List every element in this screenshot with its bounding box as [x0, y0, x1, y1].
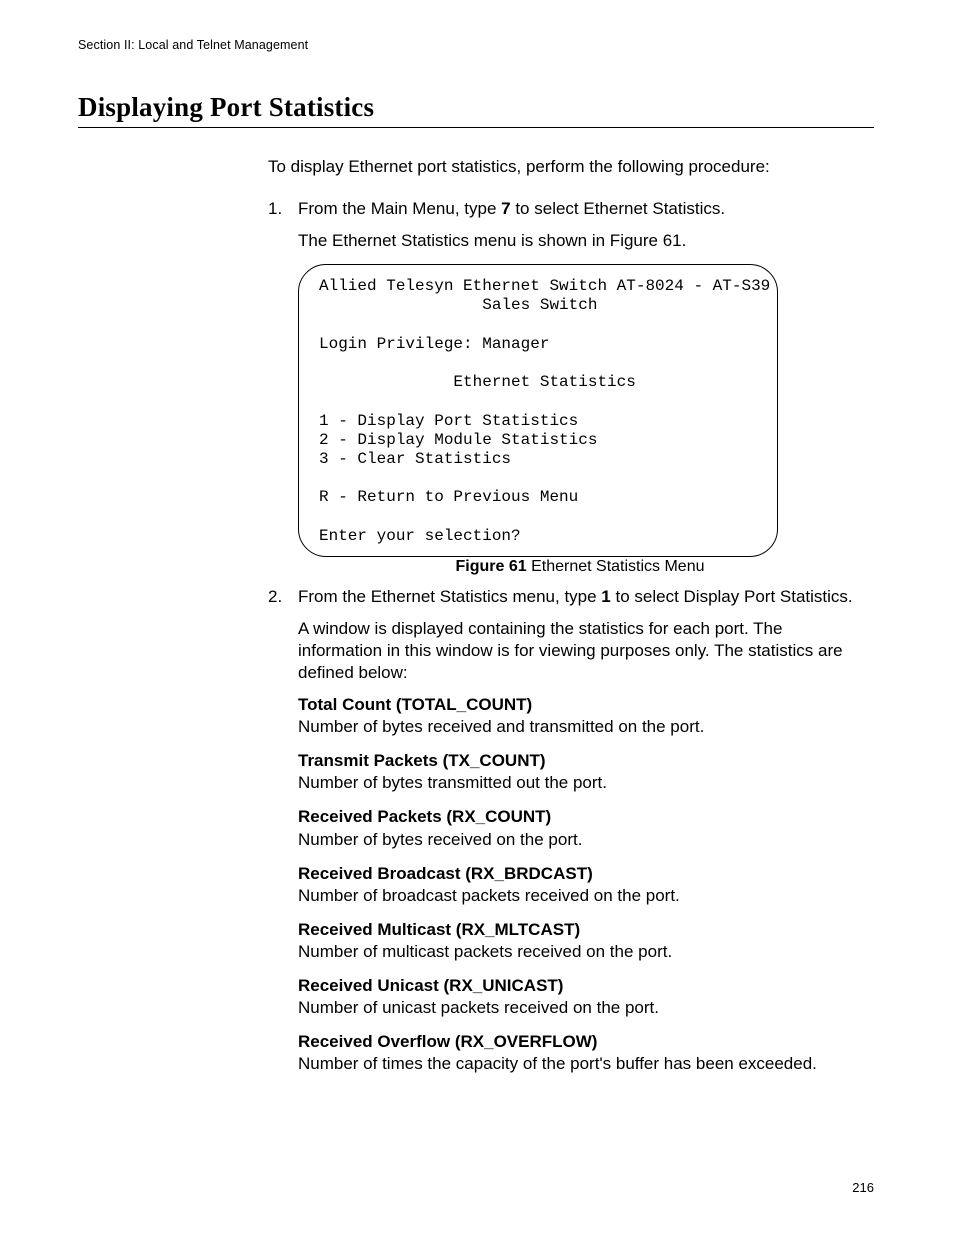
step-2: 2. From the Ethernet Statistics menu, ty…	[268, 586, 862, 1076]
def-term: Transmit Packets (TX_COUNT)	[298, 750, 862, 772]
def-total-count: Total Count (TOTAL_COUNT) Number of byte…	[298, 694, 862, 738]
def-body: Number of bytes received and transmitted…	[298, 717, 704, 736]
step-number: 1.	[268, 198, 282, 220]
text: From the Main Menu, type	[298, 199, 501, 218]
text: to select Ethernet Statistics.	[511, 199, 725, 218]
figure-label: Figure 61	[456, 558, 527, 575]
page-title: Displaying Port Statistics	[78, 92, 874, 123]
step-2-line-2: A window is displayed containing the sta…	[298, 618, 862, 684]
step-number: 2.	[268, 586, 282, 608]
menu-option-2: 2 - Display Module Statistics	[319, 431, 597, 449]
page: Section II: Local and Telnet Management …	[0, 0, 954, 1235]
menu-prompt: Enter your selection?	[319, 527, 521, 545]
ethernet-statistics-menu: Allied Telesyn Ethernet Switch AT-8024 -…	[298, 264, 778, 557]
def-body: Number of multicast packets received on …	[298, 942, 672, 961]
menu-heading: Ethernet Statistics	[453, 373, 635, 391]
def-rx-count: Received Packets (RX_COUNT) Number of by…	[298, 806, 862, 850]
def-rx-mltcast: Received Multicast (RX_MLTCAST) Number o…	[298, 919, 862, 963]
menu-option-3: 3 - Clear Statistics	[319, 450, 511, 468]
def-rx-brdcast: Received Broadcast (RX_BRDCAST) Number o…	[298, 863, 862, 907]
def-term: Received Packets (RX_COUNT)	[298, 806, 862, 828]
def-term: Received Multicast (RX_MLTCAST)	[298, 919, 862, 941]
step-1-line-1: From the Main Menu, type 7 to select Eth…	[298, 198, 862, 220]
menu-title-1: Allied Telesyn Ethernet Switch AT-8024 -…	[319, 277, 770, 295]
def-term: Received Overflow (RX_OVERFLOW)	[298, 1031, 862, 1053]
definitions: Total Count (TOTAL_COUNT) Number of byte…	[298, 694, 862, 1075]
menu-option-1: 1 - Display Port Statistics	[319, 412, 578, 430]
menu-option-r: R - Return to Previous Menu	[319, 488, 578, 506]
def-tx-count: Transmit Packets (TX_COUNT) Number of by…	[298, 750, 862, 794]
text: to select Display Port Statistics.	[611, 587, 853, 606]
title-rule	[78, 127, 874, 128]
menu-title-2: Sales Switch	[482, 296, 597, 314]
figure-title: Ethernet Statistics Menu	[527, 558, 705, 575]
def-body: Number of unicast packets received on th…	[298, 998, 659, 1017]
body-column: To display Ethernet port statistics, per…	[268, 156, 862, 1075]
page-number: 216	[852, 1180, 874, 1195]
menu-login-line: Login Privilege: Manager	[319, 335, 549, 353]
running-head: Section II: Local and Telnet Management	[78, 38, 874, 52]
def-body: Number of bytes received on the port.	[298, 830, 582, 849]
keycap-1: 1	[601, 587, 610, 606]
text: From the Ethernet Statistics menu, type	[298, 587, 601, 606]
step-1: 1. From the Main Menu, type 7 to select …	[268, 198, 862, 578]
step-2-line-1: From the Ethernet Statistics menu, type …	[298, 586, 862, 608]
keycap-7: 7	[501, 199, 510, 218]
def-term: Received Unicast (RX_UNICAST)	[298, 975, 862, 997]
def-body: Number of broadcast packets received on …	[298, 886, 680, 905]
intro-paragraph: To display Ethernet port statistics, per…	[268, 156, 862, 178]
figure-caption: Figure 61 Ethernet Statistics Menu	[298, 557, 862, 578]
def-rx-unicast: Received Unicast (RX_UNICAST) Number of …	[298, 975, 862, 1019]
def-body: Number of times the capacity of the port…	[298, 1054, 817, 1073]
def-term: Received Broadcast (RX_BRDCAST)	[298, 863, 862, 885]
def-rx-overflow: Received Overflow (RX_OVERFLOW) Number o…	[298, 1031, 862, 1075]
step-1-line-2: The Ethernet Statistics menu is shown in…	[298, 230, 862, 252]
def-body: Number of bytes transmitted out the port…	[298, 773, 607, 792]
def-term: Total Count (TOTAL_COUNT)	[298, 694, 862, 716]
procedure-list: 1. From the Main Menu, type 7 to select …	[268, 198, 862, 1075]
